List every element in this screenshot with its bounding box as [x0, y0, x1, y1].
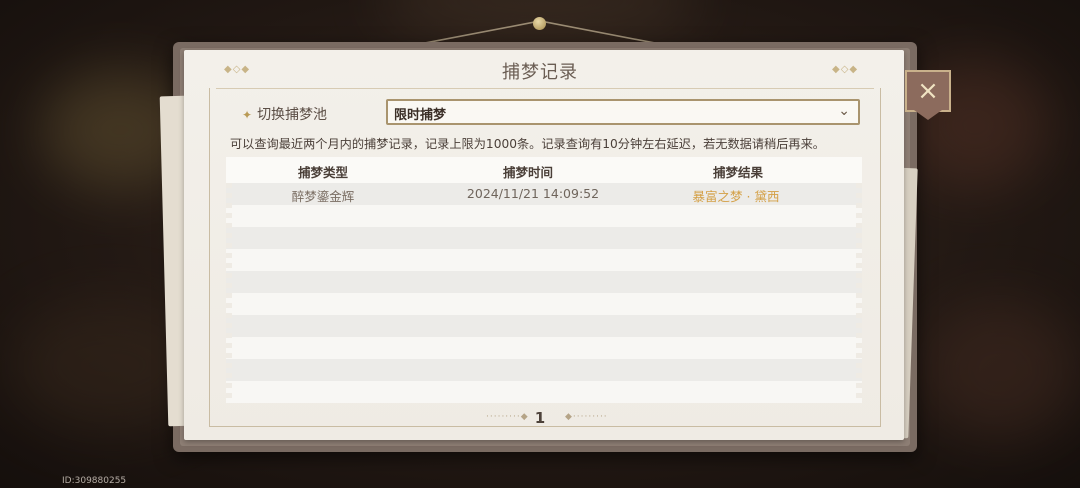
header-type: 捕梦类型 — [297, 165, 349, 180]
table-header: 捕梦类型 捕梦时间 捕梦结果 — [226, 157, 862, 183]
chevron-down-icon[interactable]: ⌄ — [838, 103, 850, 119]
row-result: 暴富之梦 · 黛西 — [692, 189, 780, 204]
diamond-icon: ✦ — [242, 108, 253, 122]
empty-row — [226, 315, 862, 337]
table-edge-right — [856, 183, 862, 403]
row-time: 2024/11/21 14:09:52 — [466, 186, 600, 201]
empty-row — [226, 205, 862, 227]
pool-switch-text: 切换捕梦池 — [257, 107, 328, 123]
page-number: 1 — [534, 409, 546, 427]
header-result: 捕梦结果 — [712, 165, 764, 180]
pin-icon — [533, 17, 546, 30]
record-table: 捕梦类型 捕梦时间 捕梦结果 醉梦鎏金辉 2024/11/21 14:09:52… — [226, 157, 862, 403]
empty-row — [226, 381, 862, 403]
table-edge-left — [226, 183, 232, 403]
pool-select[interactable]: 限时捕梦 ⌄ — [386, 99, 860, 125]
close-icon[interactable]: × — [905, 70, 951, 112]
user-id: ID:309880255 — [62, 476, 127, 486]
record-notice: 可以查询最近两个月内的捕梦记录，记录上限为1000条。记录查询有10分钟左右延迟… — [230, 137, 825, 151]
empty-row — [226, 271, 862, 293]
title-ornament-right: ◆◇◆ — [832, 64, 859, 75]
row-type: 醉梦鎏金辉 — [291, 189, 355, 204]
empty-row — [226, 249, 862, 271]
empty-row — [226, 227, 862, 249]
table-row: 醉梦鎏金辉 2024/11/21 14:09:52 暴富之梦 · 黛西 — [226, 183, 862, 205]
empty-row — [226, 359, 862, 381]
pool-select-value: 限时捕梦 — [394, 108, 447, 123]
header-time: 捕梦时间 — [502, 165, 554, 180]
empty-row — [226, 293, 862, 315]
pool-switch-label: ✦ 切换捕梦池 — [242, 104, 327, 124]
empty-row — [226, 337, 862, 359]
pagination-next[interactable]: ◆········· — [565, 412, 608, 422]
